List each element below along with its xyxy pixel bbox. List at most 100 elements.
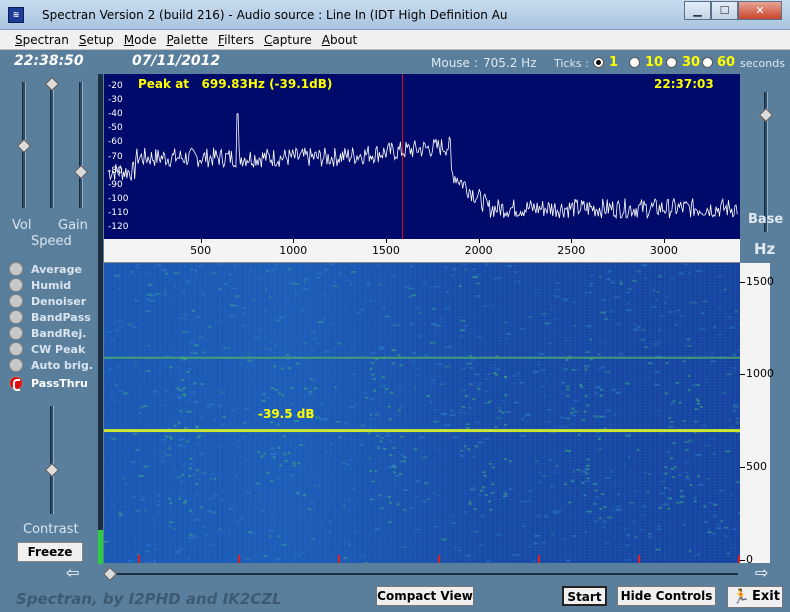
compact-view-button[interactable]: Compact View xyxy=(376,586,474,606)
hide-controls-button[interactable]: Hide Controls xyxy=(617,586,716,606)
ticks-radio-10[interactable] xyxy=(629,57,640,68)
waterfall-signal-blob xyxy=(188,467,192,470)
cw-peak-toggle[interactable] xyxy=(9,342,23,356)
gain-slider-thumb[interactable] xyxy=(73,164,89,180)
waterfall-signal-blob xyxy=(571,479,574,482)
waterfall-speckle xyxy=(140,498,144,501)
waterfall-speckle xyxy=(555,465,559,468)
waterfall-speckle xyxy=(459,285,462,288)
waterfall-speckle xyxy=(641,264,648,267)
waterfall-speckle xyxy=(460,319,466,322)
waterfall-signal-blob xyxy=(387,405,391,408)
auto-brig-toggle[interactable] xyxy=(9,358,23,372)
contrast-slider-thumb[interactable] xyxy=(44,462,60,478)
waterfall-speckle xyxy=(610,281,615,284)
waterfall-speckle xyxy=(118,389,124,392)
menu-about[interactable]: About xyxy=(317,30,363,49)
base-slider-thumb[interactable] xyxy=(758,107,774,123)
waterfall-speckle xyxy=(270,516,274,519)
waterfall-speckle xyxy=(363,391,369,394)
waterfall-speckle xyxy=(414,495,418,498)
waterfall-speckle xyxy=(402,489,408,491)
frequency-scrollbar[interactable] xyxy=(102,566,740,582)
menu-spectran[interactable]: Spectran xyxy=(10,30,74,49)
waterfall-speckle xyxy=(726,373,732,376)
minimize-button[interactable]: ▁ xyxy=(684,1,711,20)
bandpass-toggle[interactable] xyxy=(9,310,23,324)
average-toggle[interactable] xyxy=(9,262,23,276)
waterfall-speckle xyxy=(173,271,180,274)
waterfall-speckle xyxy=(534,534,540,537)
waterfall-speckle xyxy=(680,314,683,317)
speed-slider-thumb[interactable] xyxy=(44,76,60,92)
waterfall-signal-blob xyxy=(469,354,472,357)
waterfall-speckle xyxy=(572,535,578,538)
waterfall-speckle xyxy=(218,528,222,531)
waterfall-speckle xyxy=(441,538,447,541)
right-arrow-icon[interactable]: ⇨ xyxy=(755,563,768,582)
bandrej-toggle[interactable] xyxy=(9,326,23,340)
waterfall-speckle xyxy=(121,477,126,480)
waterfall-speckle xyxy=(209,477,213,480)
waterfall-signal-blob xyxy=(466,427,470,429)
menu-capture[interactable]: Capture xyxy=(259,30,317,49)
app-icon[interactable]: ≋ xyxy=(8,7,24,23)
waterfall-signal-blob xyxy=(482,486,485,489)
gain-slider-track[interactable] xyxy=(79,82,83,208)
contrast-slider-track[interactable] xyxy=(50,406,54,514)
waterfall-speckle xyxy=(505,337,510,340)
humid-toggle[interactable] xyxy=(9,278,23,292)
waterfall-speckle xyxy=(241,324,246,327)
gain-label: Gain xyxy=(58,218,88,233)
spectrum-display[interactable]: Peak at 699.83Hz (-39.1dB) 22:37:03 -20 -… xyxy=(104,74,740,239)
waterfall-speckle xyxy=(486,437,489,440)
waterfall-speckle xyxy=(269,342,274,345)
start-button[interactable]: Start xyxy=(562,586,607,606)
waterfall-speckle xyxy=(611,510,615,513)
waterfall-speckle xyxy=(119,319,124,322)
spectrum-trace xyxy=(107,113,738,220)
passthru-toggle[interactable] xyxy=(9,376,23,391)
waterfall-speckle xyxy=(146,544,152,547)
vol-slider-thumb[interactable] xyxy=(16,138,32,154)
waterfall-speckle xyxy=(348,544,351,547)
waterfall-harmonic-line xyxy=(104,356,740,359)
waterfall-speckle xyxy=(110,396,115,399)
scrollbar-thumb[interactable] xyxy=(102,566,118,582)
waterfall-signal-blob xyxy=(287,452,291,454)
waterfall-signal-blob xyxy=(307,508,311,511)
close-button[interactable]: ✕ xyxy=(738,1,782,20)
ticks-radio-30[interactable] xyxy=(666,57,677,68)
exit-button[interactable]: 🏃 Exit xyxy=(727,586,783,608)
waterfall-speckle xyxy=(668,425,674,428)
waterfall-display[interactable]: -39.5 dB xyxy=(104,263,740,563)
waterfall-speckle xyxy=(242,307,247,309)
maximize-button[interactable]: ☐ xyxy=(711,1,738,20)
waterfall-speckle xyxy=(178,444,183,447)
denoiser-toggle[interactable] xyxy=(9,294,23,308)
menu-filters[interactable]: Filters xyxy=(213,30,259,49)
waterfall-speckle xyxy=(549,322,553,325)
waterfall-speckle xyxy=(385,434,391,437)
ticks-radio-60[interactable] xyxy=(702,57,713,68)
menu-palette[interactable]: Palette xyxy=(161,30,213,49)
waterfall-speckle xyxy=(478,543,483,546)
waterfall-speckle xyxy=(182,501,187,504)
waterfall-svg xyxy=(104,263,740,563)
waterfall-speckle xyxy=(189,340,195,343)
menu-setup[interactable]: Setup xyxy=(74,30,119,49)
left-arrow-icon[interactable]: ⇦ xyxy=(66,563,79,582)
waterfall-speckle xyxy=(261,399,266,402)
freeze-button[interactable]: Freeze xyxy=(17,542,83,562)
waterfall-speckle xyxy=(699,337,705,340)
speed-slider-track[interactable] xyxy=(50,82,54,208)
menu-mode[interactable]: Mode xyxy=(119,30,162,49)
waterfall-signal-blob xyxy=(472,398,476,401)
waterfall-speckle xyxy=(521,418,524,421)
waterfall-signal-blob xyxy=(673,466,677,469)
waterfall-speckle xyxy=(115,319,120,322)
waterfall-speckle xyxy=(547,342,553,345)
waterfall-signal-blob xyxy=(388,418,392,421)
waterfall-speckle xyxy=(380,384,386,387)
ticks-radio-1[interactable] xyxy=(593,57,604,68)
